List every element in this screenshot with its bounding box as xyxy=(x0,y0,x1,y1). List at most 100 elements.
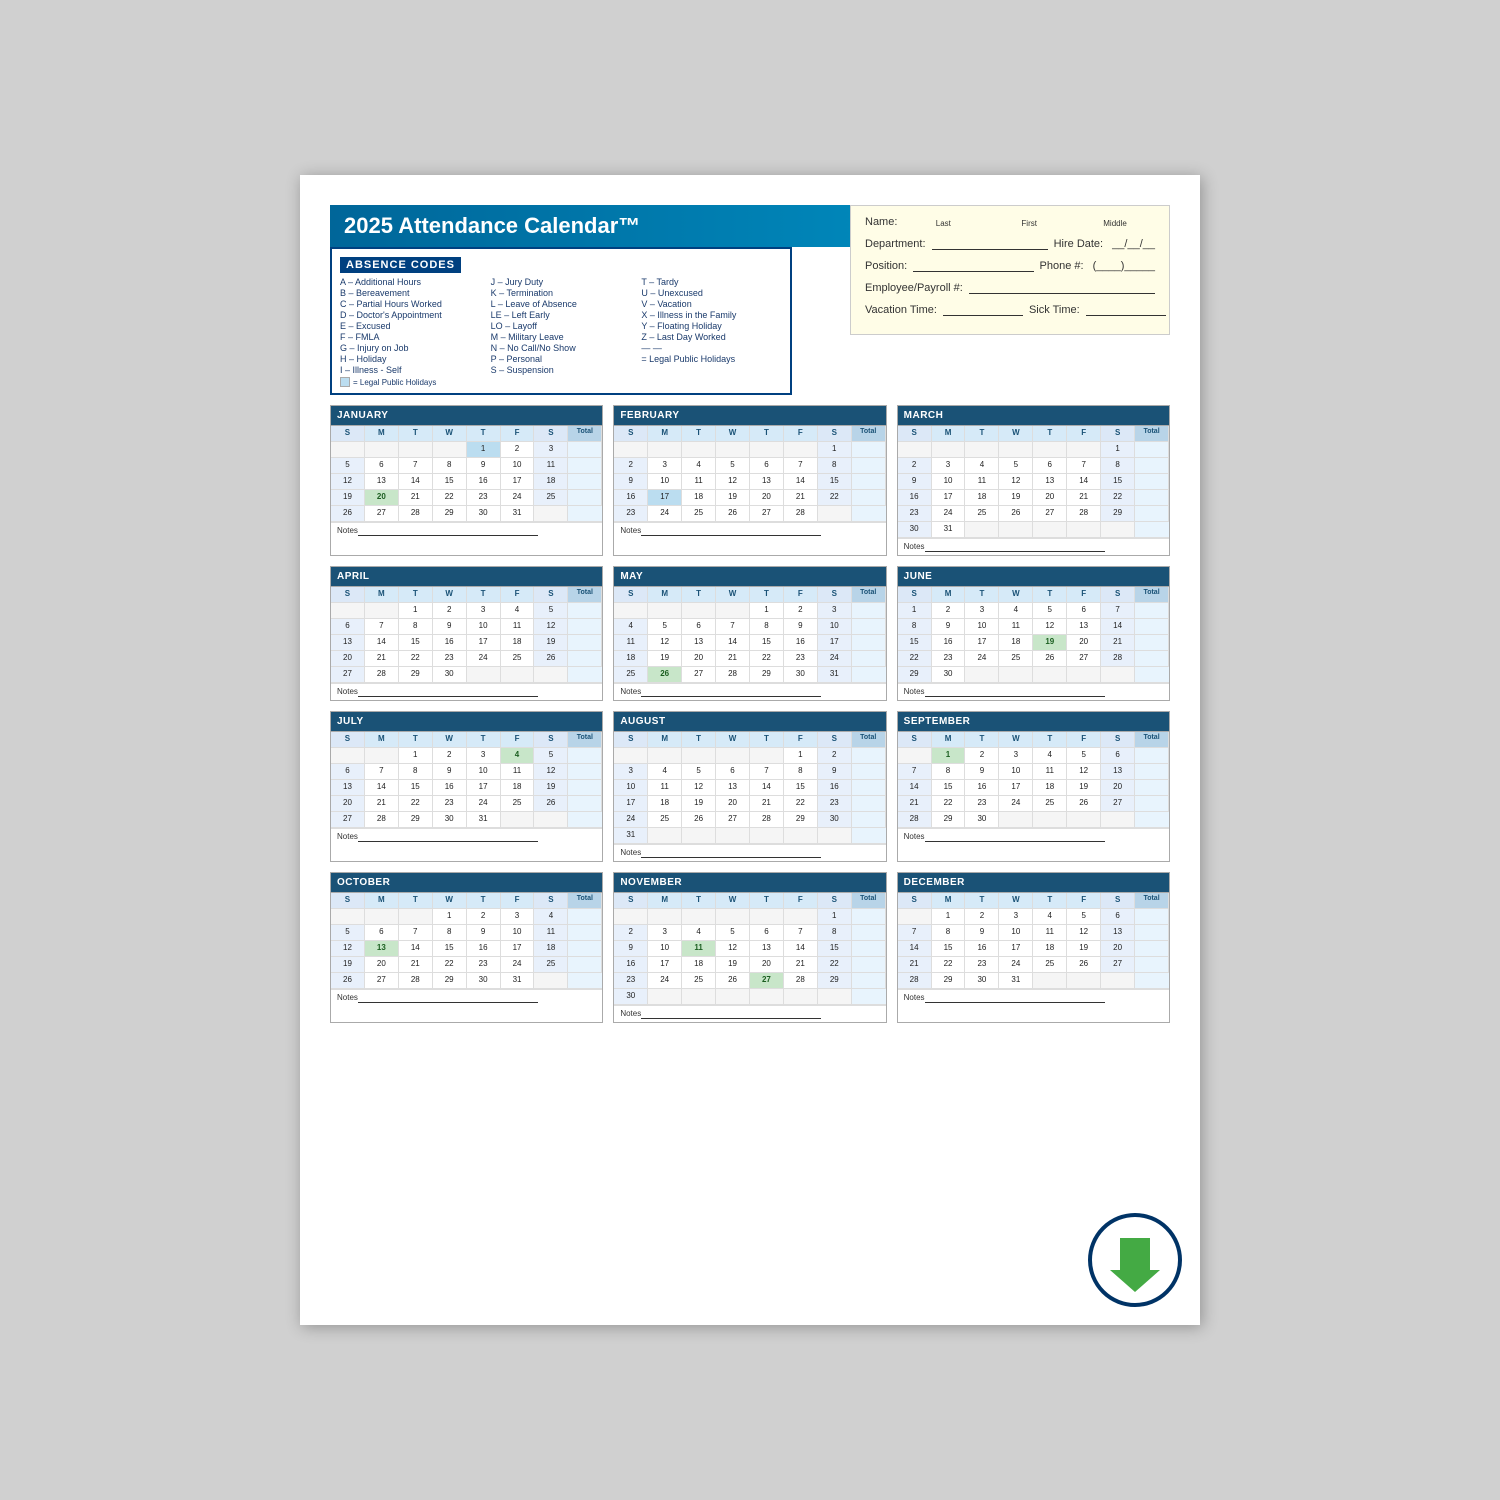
cal-total-cell xyxy=(852,780,886,796)
day-header: T xyxy=(965,426,999,442)
cal-cell: 17 xyxy=(467,635,501,651)
cal-grid: SMTWTFSTotal1234567891011121314151617181… xyxy=(331,731,602,828)
day-header: T xyxy=(682,587,716,603)
cal-cell: 13 xyxy=(682,635,716,651)
cal-cell xyxy=(965,667,999,683)
cal-cell: 8 xyxy=(399,764,433,780)
cal-cell xyxy=(1067,442,1101,458)
cal-cell: 27 xyxy=(365,506,399,522)
cal-cell xyxy=(682,909,716,925)
month-header: JANUARY xyxy=(331,406,602,425)
cal-cell: 27 xyxy=(1101,796,1135,812)
day-header: T xyxy=(467,587,501,603)
cal-cell xyxy=(614,748,648,764)
day-header: F xyxy=(1067,893,1101,909)
month-calendar: NOVEMBERSMTWTFSTotal12345678910111213141… xyxy=(613,872,886,1023)
cal-cell: 5 xyxy=(1067,748,1101,764)
cal-cell: 13 xyxy=(365,941,399,957)
position-row: Position: Phone #: (____)_____ xyxy=(865,258,1155,272)
cal-cell: 20 xyxy=(365,490,399,506)
cal-cell: 10 xyxy=(999,925,1033,941)
notes-line xyxy=(641,848,821,858)
absence-code-item: K – Termination xyxy=(491,288,632,298)
cal-cell: 3 xyxy=(501,909,535,925)
cal-cell: 27 xyxy=(750,506,784,522)
cal-cell: 27 xyxy=(1067,651,1101,667)
download-icon[interactable] xyxy=(1085,1210,1185,1310)
cal-cell xyxy=(716,909,750,925)
cal-cell: 29 xyxy=(898,667,932,683)
cal-cell xyxy=(818,989,852,1005)
cal-grid: SMTWTFSTotal1234567891011121314151617181… xyxy=(614,425,885,522)
notes-label: Notes xyxy=(904,832,925,841)
absence-code-item: G – Injury on Job xyxy=(340,343,481,353)
cal-cell: 29 xyxy=(784,812,818,828)
day-header: Total xyxy=(852,426,886,442)
cal-cell: 15 xyxy=(818,474,852,490)
cal-cell: 21 xyxy=(1101,635,1135,651)
cal-grid: SMTWTFSTotal1234567891011121314151617181… xyxy=(331,586,602,683)
cal-cell: 6 xyxy=(682,619,716,635)
cal-cell: 4 xyxy=(501,748,535,764)
cal-cell: 28 xyxy=(365,667,399,683)
cal-cell: 18 xyxy=(501,780,535,796)
cal-cell xyxy=(331,909,365,925)
cal-cell xyxy=(898,748,932,764)
cal-cell: 22 xyxy=(898,651,932,667)
cal-cell: 9 xyxy=(614,941,648,957)
day-header: T xyxy=(750,732,784,748)
cal-cell: 11 xyxy=(534,458,568,474)
cal-cell: 6 xyxy=(750,925,784,941)
cal-cell: 10 xyxy=(467,619,501,635)
cal-total-cell xyxy=(852,989,886,1005)
cal-cell: 9 xyxy=(614,474,648,490)
day-header: M xyxy=(932,893,966,909)
cal-cell: 15 xyxy=(433,474,467,490)
notes-line xyxy=(358,993,538,1003)
day-header: S xyxy=(898,732,932,748)
cal-cell: 21 xyxy=(365,796,399,812)
notes-line xyxy=(925,832,1105,842)
cal-cell: 11 xyxy=(1033,925,1067,941)
notes-label: Notes xyxy=(904,542,925,551)
cal-cell: 2 xyxy=(898,458,932,474)
day-header: S xyxy=(1101,587,1135,603)
day-header: W xyxy=(999,732,1033,748)
cal-cell: 30 xyxy=(818,812,852,828)
absence-code-item: F – FMLA xyxy=(340,332,481,342)
cal-grid: SMTWTFSTotal1235678910111213141516171819… xyxy=(331,425,602,522)
cal-cell xyxy=(365,748,399,764)
day-header: S xyxy=(534,426,568,442)
cal-cell: 2 xyxy=(818,748,852,764)
cal-cell: 3 xyxy=(818,603,852,619)
cal-cell: 14 xyxy=(898,941,932,957)
day-header: F xyxy=(1067,732,1101,748)
cal-total-cell xyxy=(568,474,602,490)
cal-cell: 31 xyxy=(614,828,648,844)
cal-cell: 10 xyxy=(999,764,1033,780)
notes-label: Notes xyxy=(904,687,925,696)
emp-payroll-line xyxy=(969,280,1155,294)
cal-cell: 5 xyxy=(999,458,1033,474)
cal-cell: 25 xyxy=(965,506,999,522)
cal-cell: 18 xyxy=(682,490,716,506)
cal-cell: 19 xyxy=(331,957,365,973)
cal-cell: 4 xyxy=(965,458,999,474)
cal-cell: 24 xyxy=(965,651,999,667)
cal-cell xyxy=(750,989,784,1005)
absence-code-item: B – Bereavement xyxy=(340,288,481,298)
cal-cell: 3 xyxy=(965,603,999,619)
cal-cell xyxy=(467,667,501,683)
day-header: S xyxy=(818,893,852,909)
cal-cell xyxy=(614,442,648,458)
cal-total-cell xyxy=(568,812,602,828)
cal-cell: 5 xyxy=(716,925,750,941)
day-header: M xyxy=(365,732,399,748)
absence-code-item: Y – Floating Holiday xyxy=(641,321,782,331)
cal-cell: 13 xyxy=(331,635,365,651)
day-header: W xyxy=(433,587,467,603)
day-header: W xyxy=(433,426,467,442)
cal-cell: 3 xyxy=(999,748,1033,764)
notes-label: Notes xyxy=(337,687,358,696)
cal-cell: 15 xyxy=(932,941,966,957)
